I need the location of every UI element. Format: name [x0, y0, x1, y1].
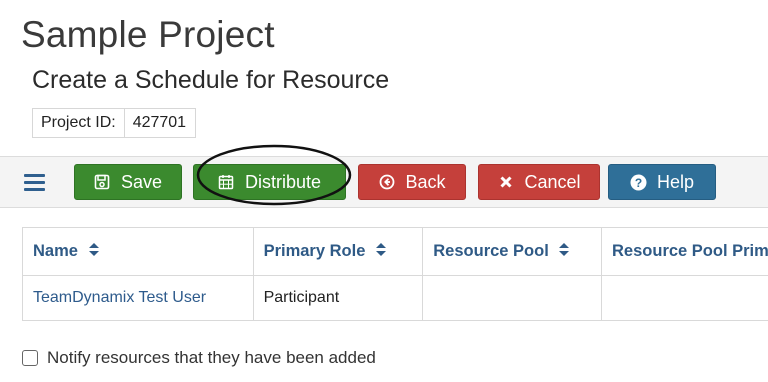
sort-icon	[375, 242, 386, 261]
column-header-resource-pool[interactable]: Resource Pool	[422, 227, 603, 276]
save-icon	[94, 174, 111, 191]
sort-icon	[559, 242, 570, 261]
cell-resource-pool	[422, 275, 603, 321]
project-id-value: 427701	[132, 114, 187, 131]
circle-arrow-left-icon	[378, 174, 395, 191]
distribute-label: Distribute	[244, 171, 322, 192]
cell-primary-role: Participant	[252, 275, 424, 321]
notify-label: Notify resources that they have been add…	[47, 348, 376, 367]
resource-table: Name Primary Role Resource Pool Resource…	[22, 227, 768, 321]
notify-checkbox[interactable]	[22, 350, 38, 366]
distribute-button[interactable]: Distribute	[193, 164, 346, 200]
cell-resource-pool-primary	[601, 275, 768, 321]
page: Sample Project Create a Schedule for Res…	[0, 0, 768, 382]
cancel-button[interactable]: Cancel	[478, 164, 600, 200]
column-header-resource-pool-primary[interactable]: Resource Pool Prim	[601, 227, 768, 276]
cell-name[interactable]: TeamDynamix Test User	[22, 275, 254, 321]
help-button[interactable]: ? Help	[608, 164, 716, 200]
cancel-label: Cancel	[524, 171, 581, 192]
project-title: Sample Project	[21, 14, 275, 55]
back-label: Back	[405, 171, 446, 192]
notify-option[interactable]: Notify resources that they have been add…	[22, 348, 376, 368]
project-id-box: Project ID: 427701	[32, 108, 197, 138]
column-header-primary-role[interactable]: Primary Role	[252, 227, 424, 276]
column-header-name[interactable]: Name	[22, 227, 254, 276]
table-row: TeamDynamix Test User Participant	[22, 275, 768, 321]
svg-text:?: ?	[635, 176, 642, 190]
save-button[interactable]: Save	[74, 164, 182, 200]
sort-icon	[88, 242, 99, 261]
hamburger-icon[interactable]	[24, 174, 45, 191]
toolbar: Save Distribute Back Cancel ? Help	[0, 156, 768, 208]
table-header-row: Name Primary Role Resource Pool Resource…	[22, 227, 768, 276]
question-circle-icon: ?	[630, 174, 647, 191]
page-subtitle: Create a Schedule for Resource	[32, 66, 390, 94]
project-id-label: Project ID:	[33, 109, 125, 137]
help-label: Help	[656, 171, 695, 192]
calendar-icon	[218, 174, 235, 191]
back-button[interactable]: Back	[358, 164, 466, 200]
save-label: Save	[120, 171, 163, 192]
x-icon	[497, 174, 514, 191]
